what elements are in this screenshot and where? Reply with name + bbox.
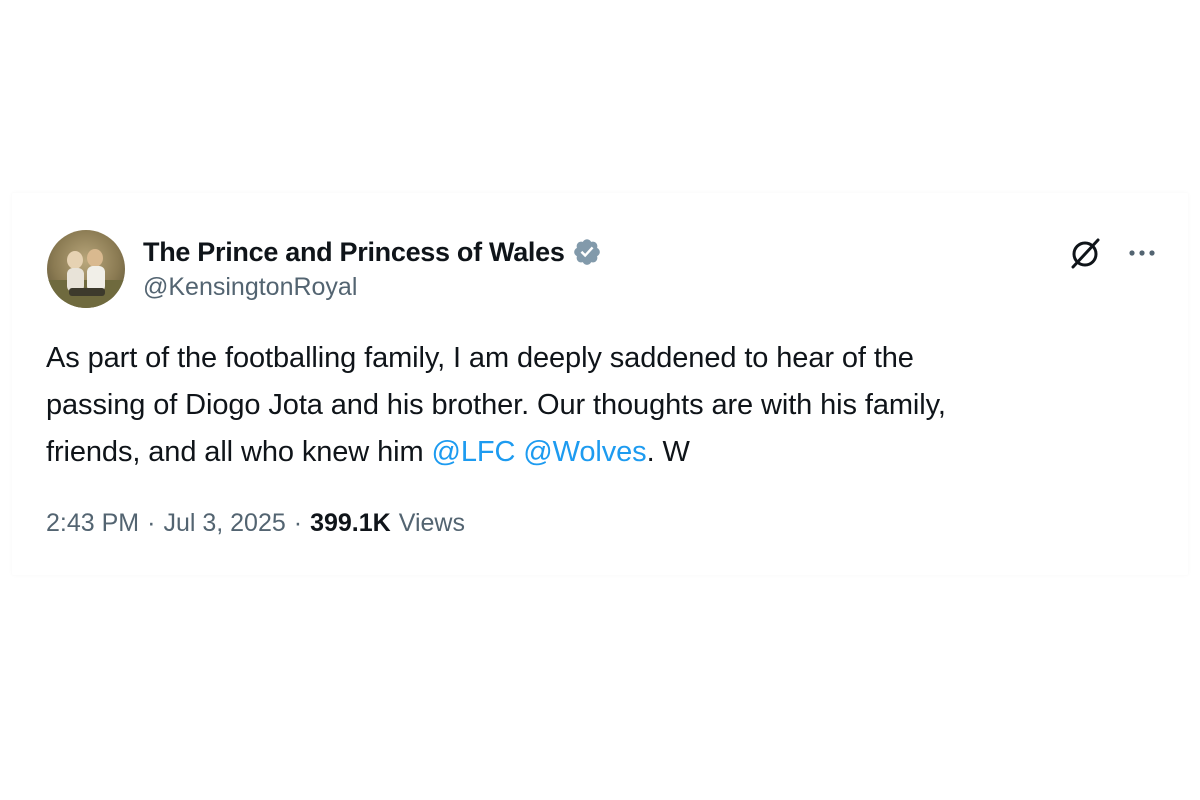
tweet-text-line-3-prefix: friends, and all who knew him bbox=[46, 436, 432, 468]
name-row: The Prince and Princess of Wales bbox=[143, 234, 602, 270]
meta-separator: · bbox=[147, 509, 156, 537]
tweet-text-line-2: passing of Diogo Jota and his brother. O… bbox=[46, 389, 946, 421]
tweet-date-link[interactable]: Jul 3, 2025 bbox=[163, 509, 285, 538]
grok-icon[interactable] bbox=[1068, 235, 1104, 271]
author-handle[interactable]: @KensingtonRoyal bbox=[143, 273, 602, 302]
tweet-text-line-1: As part of the footballing family, I am … bbox=[46, 342, 914, 374]
tweet-card: The Prince and Princess of Wales @Kensin… bbox=[12, 193, 1188, 575]
views-count: 399.1K bbox=[310, 509, 391, 537]
meta-separator-2: · bbox=[293, 509, 303, 537]
verified-badge-icon bbox=[572, 237, 602, 267]
author-display-name[interactable]: The Prince and Princess of Wales bbox=[143, 237, 565, 268]
tweet-metadata: 2:43 PM · Jul 3, 2025 · 399.1K Views bbox=[46, 509, 465, 538]
mention-wolves-link[interactable]: @Wolves bbox=[523, 436, 646, 468]
tweet-top-actions bbox=[1068, 235, 1158, 271]
tweet-header: The Prince and Princess of Wales @Kensin… bbox=[143, 234, 602, 302]
screenshot-canvas: The Prince and Princess of Wales @Kensin… bbox=[0, 0, 1200, 800]
tweet-text: As part of the footballing family, I am … bbox=[46, 335, 1166, 476]
views-label: Views bbox=[398, 509, 465, 537]
more-options-icon[interactable] bbox=[1126, 237, 1158, 269]
mention-lfc-link[interactable]: @LFC bbox=[431, 436, 515, 468]
tweet-time-link[interactable]: 2:43 PM bbox=[46, 509, 139, 538]
avatar-image bbox=[47, 230, 125, 308]
tweet-text-line-3-suffix: . W bbox=[646, 436, 690, 468]
tweet-text-line-3: friends, and all who knew him @LFC @Wolv… bbox=[46, 429, 1166, 476]
author-avatar[interactable] bbox=[47, 230, 125, 308]
